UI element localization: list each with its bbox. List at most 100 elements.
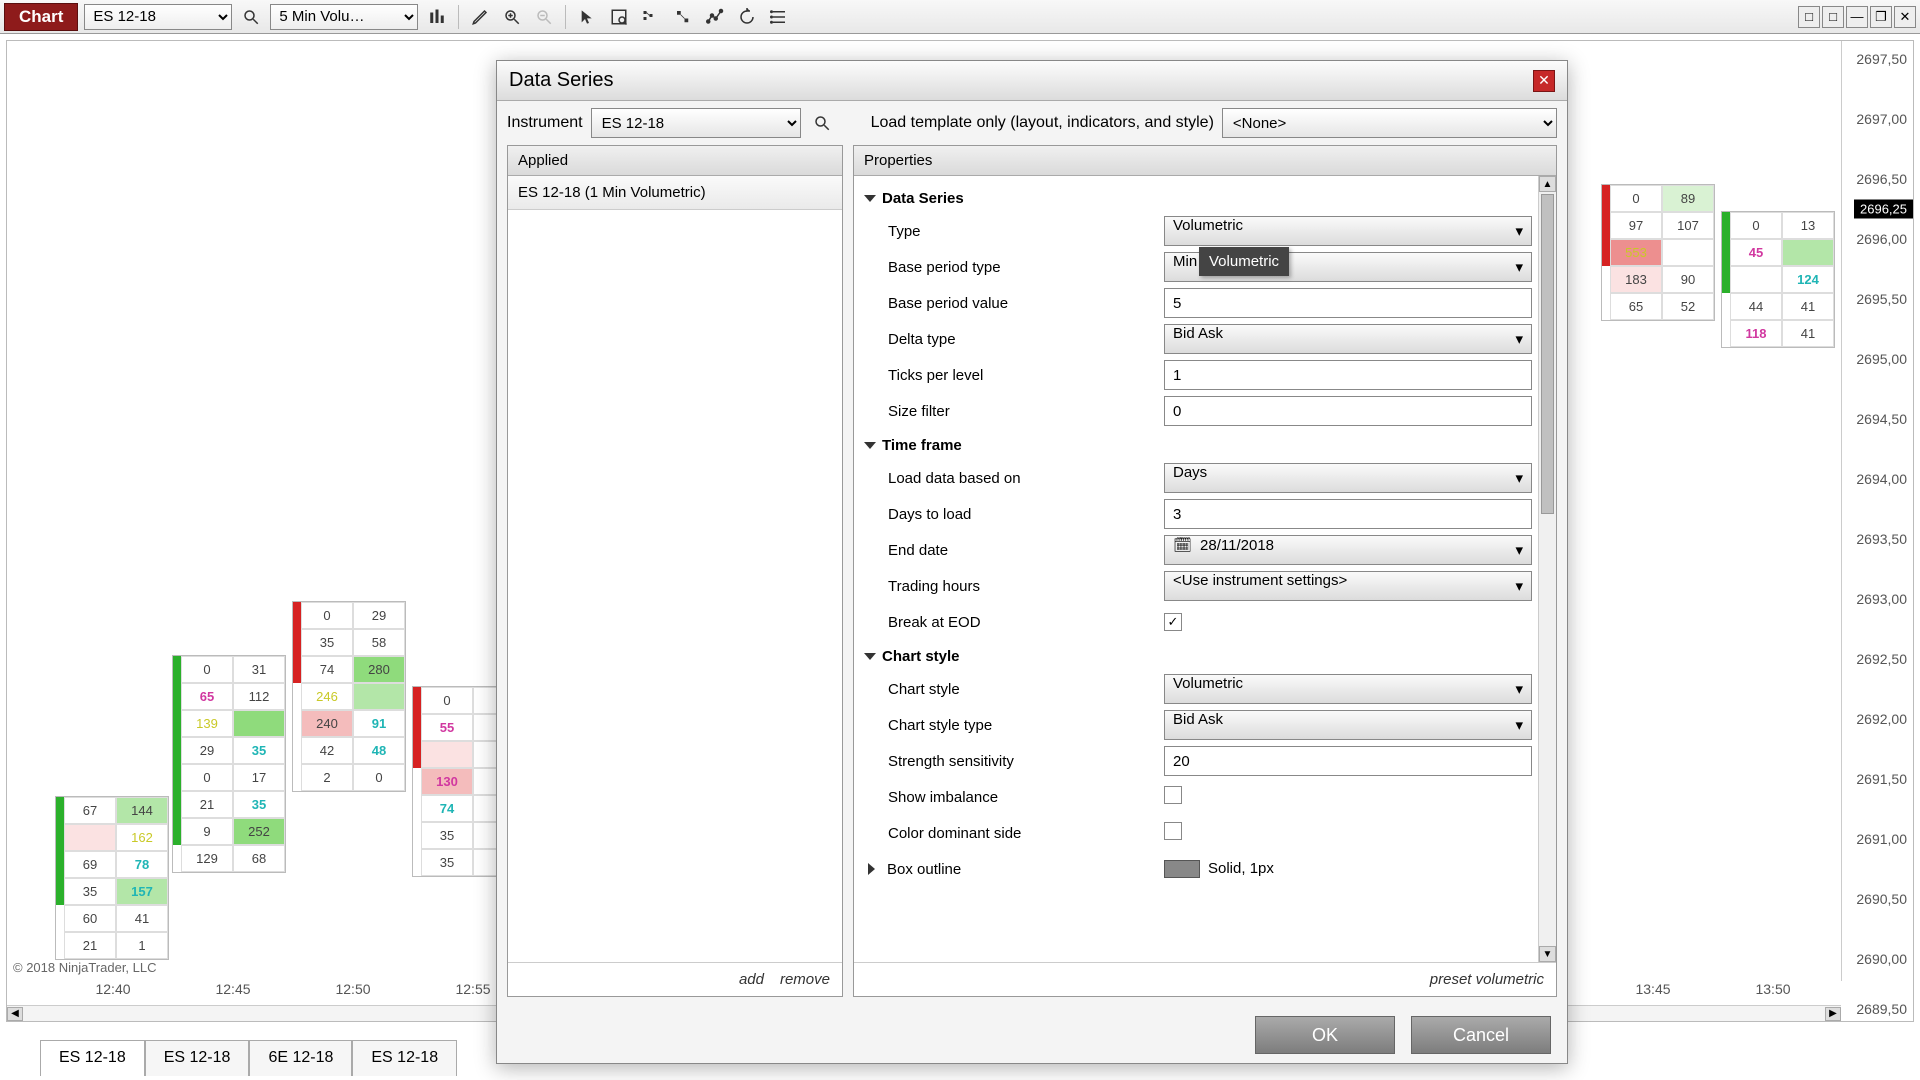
window-sq2[interactable]: □: [1822, 6, 1844, 28]
y-tick: 2690,00: [1856, 951, 1907, 967]
window-sq1[interactable]: □: [1798, 6, 1820, 28]
window-restore[interactable]: ❐: [1870, 6, 1892, 28]
copyright: © 2018 NinjaTrader, LLC: [13, 960, 157, 975]
applied-list-item[interactable]: ES 12-18 (1 Min Volumetric): [508, 176, 842, 210]
prop-label: Chart style type: [864, 717, 1164, 734]
price-tag: 2696,25: [1854, 200, 1913, 219]
strength-sensitivity-input[interactable]: [1164, 746, 1532, 776]
window-controls: □ □ — ❐ ✕: [1798, 6, 1916, 28]
x-tick: 12:50: [335, 981, 370, 997]
dialog-instrument-select[interactable]: ES 12-18: [591, 108, 801, 138]
load-data-select[interactable]: Days: [1164, 463, 1532, 493]
base-period-value-input[interactable]: [1164, 288, 1532, 318]
section-box-outline[interactable]: Box outline: [887, 861, 961, 878]
cursor-icon[interactable]: [574, 4, 600, 30]
vertical-scrollbar[interactable]: ▲ ▼: [1538, 176, 1556, 962]
type-select[interactable]: Volumetric: [1164, 216, 1532, 246]
dialog-close-button[interactable]: ✕: [1533, 70, 1555, 92]
y-tick: 2696,50: [1856, 171, 1907, 187]
section-chart-style[interactable]: Chart style: [864, 640, 1532, 671]
indicator1-icon[interactable]: [638, 4, 664, 30]
y-tick: 2694,00: [1856, 471, 1907, 487]
properties-icon[interactable]: [766, 4, 792, 30]
tab-item[interactable]: 6E 12-18: [249, 1040, 352, 1076]
data-series-dialog: Data Series ✕ Instrument ES 12-18 Load t…: [496, 60, 1568, 1064]
instrument-label: Instrument: [507, 114, 583, 132]
ticks-per-level-input[interactable]: [1164, 360, 1532, 390]
volumetric-bar[interactable]: 029 3558 74280 246 24091 4248 20: [292, 601, 406, 792]
y-tick: 2695,50: [1856, 291, 1907, 307]
y-tick: 2694,50: [1856, 411, 1907, 427]
delta-type-select[interactable]: Bid Ask: [1164, 324, 1532, 354]
caret-right-icon[interactable]: [868, 863, 881, 875]
add-link[interactable]: add: [739, 971, 764, 988]
volumetric-bar[interactable]: 013 45 124 4441 11841: [1721, 211, 1835, 348]
zoom-in-icon[interactable]: [499, 4, 525, 30]
volumetric-bar[interactable]: 089 97107 553 18390 6552: [1601, 184, 1715, 321]
tab-item[interactable]: ES 12-18: [40, 1040, 145, 1076]
ok-button[interactable]: OK: [1255, 1016, 1395, 1054]
prop-label: Delta type: [864, 331, 1164, 348]
color-dominant-checkbox[interactable]: [1164, 822, 1182, 840]
remove-link[interactable]: remove: [780, 971, 830, 988]
search-icon[interactable]: [238, 4, 264, 30]
window-close[interactable]: ✕: [1894, 6, 1916, 28]
refresh-icon[interactable]: [734, 4, 760, 30]
x-tick: 13:45: [1635, 981, 1670, 997]
dialog-titlebar[interactable]: Data Series ✕: [497, 61, 1567, 101]
preset-link[interactable]: preset volumetric: [1430, 971, 1544, 988]
data-box-icon[interactable]: [606, 4, 632, 30]
trading-hours-select[interactable]: <Use instrument settings>: [1164, 571, 1532, 601]
prop-label: Load data based on: [864, 470, 1164, 487]
chart-style-select[interactable]: Volumetric: [1164, 674, 1532, 704]
properties-panel: Properties Data Series TypeVolumetric Ba…: [853, 145, 1557, 997]
x-tick: 13:50: [1755, 981, 1790, 997]
end-date-picker[interactable]: 🗓28/11/2018: [1164, 535, 1532, 565]
window-minimize[interactable]: —: [1846, 6, 1868, 28]
chart-line-icon[interactable]: [702, 4, 728, 30]
chart-style-type-select[interactable]: Bid Ask: [1164, 710, 1532, 740]
section-time-frame[interactable]: Time frame: [864, 429, 1532, 460]
break-eod-checkbox[interactable]: ✓: [1164, 613, 1182, 631]
y-tick: 2691,50: [1856, 771, 1907, 787]
section-data-series[interactable]: Data Series: [864, 182, 1532, 213]
volumetric-bar[interactable]: 0 55 130 74 35 35: [412, 686, 502, 877]
tab-item[interactable]: ES 12-18: [145, 1040, 250, 1076]
color-swatch[interactable]: [1164, 860, 1200, 878]
indicator2-icon[interactable]: [670, 4, 696, 30]
template-select[interactable]: <None>: [1222, 108, 1557, 138]
zoom-out-icon[interactable]: [531, 4, 557, 30]
days-to-load-input[interactable]: [1164, 499, 1532, 529]
properties-header: Properties: [854, 146, 1556, 176]
prop-label: Base period type: [864, 259, 1164, 276]
y-tick: 2690,50: [1856, 891, 1907, 907]
instrument-select[interactable]: ES 12-18: [84, 4, 232, 30]
prop-label: Ticks per level: [864, 367, 1164, 384]
chart-badge: Chart: [4, 3, 78, 31]
y-tick: 2695,00: [1856, 351, 1907, 367]
bars-icon[interactable]: [424, 4, 450, 30]
tooltip: Volumetric: [1199, 247, 1289, 276]
timeframe-select[interactable]: 5 Min Volu…: [270, 4, 418, 30]
prop-label: Chart style: [864, 681, 1164, 698]
volumetric-bar[interactable]: 031 65112 139 2935 017 2135 9252 12968: [172, 655, 286, 873]
size-filter-input[interactable]: [1164, 396, 1532, 426]
separator: [565, 5, 566, 29]
tab-item[interactable]: ES 12-18: [352, 1040, 457, 1076]
pencil-icon[interactable]: [467, 4, 493, 30]
scroll-right-icon[interactable]: ▶: [1825, 1007, 1841, 1021]
scroll-up-icon[interactable]: ▲: [1539, 176, 1556, 192]
prop-label: Show imbalance: [864, 789, 1164, 806]
y-tick: 2692,00: [1856, 711, 1907, 727]
volumetric-bar[interactable]: 67144 162 6978 35157 6041 211: [55, 796, 169, 960]
scroll-left-icon[interactable]: ◀: [7, 1007, 23, 1021]
prop-label: Trading hours: [864, 578, 1164, 595]
y-axis[interactable]: 2697,50 2697,00 2696,50 2696,25 2696,00 …: [1841, 41, 1913, 981]
show-imbalance-checkbox[interactable]: [1164, 786, 1182, 804]
prop-label: Days to load: [864, 506, 1164, 523]
search-icon[interactable]: [809, 110, 835, 136]
scrollbar-thumb[interactable]: [1541, 194, 1554, 514]
scroll-down-icon[interactable]: ▼: [1539, 946, 1556, 962]
cancel-button[interactable]: Cancel: [1411, 1016, 1551, 1054]
applied-panel: Applied ES 12-18 (1 Min Volumetric) add …: [507, 145, 843, 997]
